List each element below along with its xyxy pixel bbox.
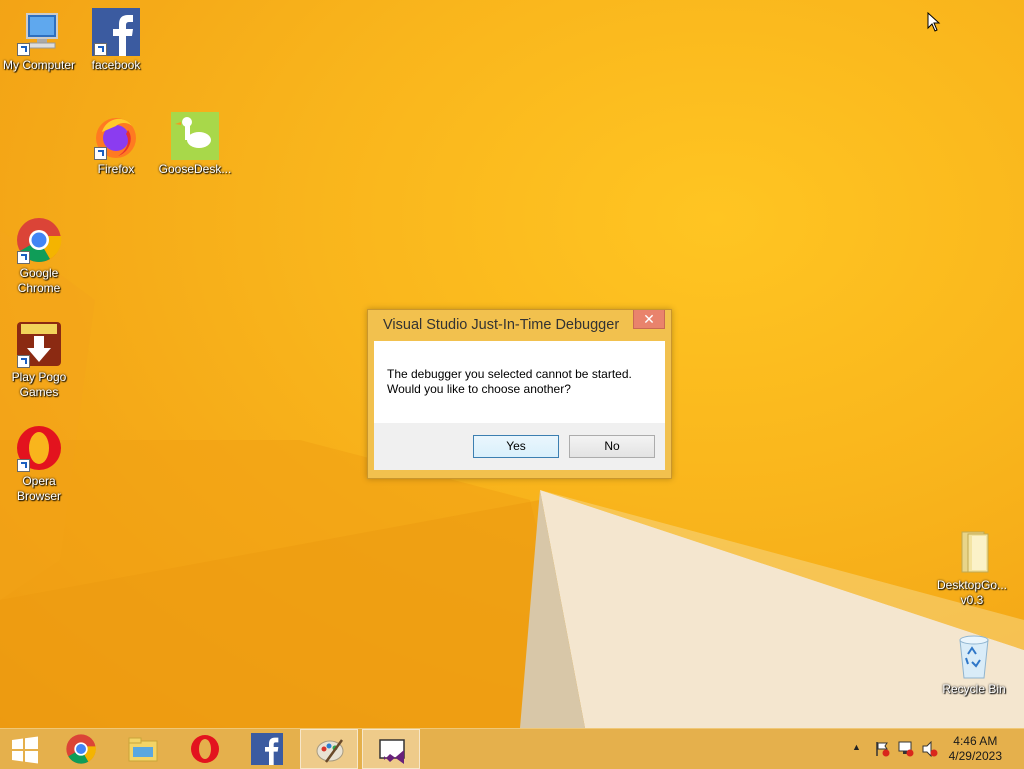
desktop-icon-label: DesktopGo... v0.3 bbox=[936, 578, 1008, 607]
desktop-icon-label: GooseDesk... bbox=[158, 162, 232, 176]
system-tray: ▲ bbox=[850, 729, 950, 769]
dialog-message-line-1: The debugger you selected cannot be star… bbox=[387, 367, 632, 381]
folder-icon bbox=[948, 528, 996, 576]
desktop-icon-opera-browser[interactable]: Opera Browser bbox=[1, 424, 77, 504]
desktop-icon-goosedesktop[interactable]: GooseDesk... bbox=[157, 112, 233, 177]
visual-studio-icon bbox=[379, 739, 405, 764]
windows-logo-icon bbox=[12, 736, 38, 764]
desktop-icon-facebook[interactable]: facebook bbox=[78, 8, 154, 73]
desktop-icon-firefox[interactable]: Firefox bbox=[78, 112, 154, 177]
taskbar-opera[interactable] bbox=[176, 729, 234, 769]
opera-icon bbox=[191, 735, 219, 763]
volume-muted-icon[interactable] bbox=[922, 741, 938, 757]
opera-icon bbox=[15, 424, 63, 472]
network-icon[interactable] bbox=[898, 741, 914, 757]
facebook-icon bbox=[92, 8, 140, 56]
desktop-icon-desktopgoose-folder[interactable]: DesktopGo... v0.3 bbox=[934, 528, 1010, 608]
taskbar-paint[interactable] bbox=[300, 729, 358, 769]
recycle-bin-icon bbox=[950, 632, 998, 680]
jit-debugger-dialog: Visual Studio Just-In-Time Debugger ✕ Th… bbox=[367, 309, 672, 479]
file-explorer-icon bbox=[128, 737, 158, 762]
chrome-icon bbox=[66, 734, 96, 764]
desktop: My Computer facebook Firefox GooseDesk..… bbox=[0, 0, 1024, 728]
computer-icon bbox=[15, 8, 63, 56]
dialog-title: Visual Studio Just-In-Time Debugger bbox=[383, 317, 620, 333]
taskbar: ▲ 4:46 AM 4/29/2023 bbox=[0, 728, 1024, 769]
dialog-close-button[interactable]: ✕ bbox=[633, 310, 665, 329]
desktop-icon-label: Firefox bbox=[97, 162, 135, 176]
firefox-icon bbox=[92, 112, 140, 160]
no-button[interactable]: No bbox=[569, 435, 655, 458]
dialog-footer: Yes No bbox=[374, 423, 665, 470]
taskbar-chrome[interactable] bbox=[52, 729, 110, 769]
mouse-cursor-icon bbox=[927, 12, 941, 32]
desktop-icon-google-chrome[interactable]: Google Chrome bbox=[1, 216, 77, 296]
desktop-icon-my-computer[interactable]: My Computer bbox=[1, 8, 77, 73]
yes-button[interactable]: Yes bbox=[473, 435, 559, 458]
paint-icon bbox=[316, 739, 344, 763]
dialog-body: The debugger you selected cannot be star… bbox=[374, 341, 665, 423]
pogo-icon bbox=[15, 320, 63, 368]
clock[interactable]: 4:46 AM 4/29/2023 bbox=[949, 734, 1002, 764]
desktop-icon-label: facebook bbox=[91, 58, 141, 72]
clock-time: 4:46 AM bbox=[953, 734, 998, 748]
show-hidden-icons-chevron-icon[interactable]: ▲ bbox=[852, 742, 861, 752]
dialog-message-line-2: Would you like to choose another? bbox=[387, 382, 571, 396]
close-icon: ✕ bbox=[643, 311, 655, 327]
desktop-icon-label: Google Chrome bbox=[17, 266, 61, 295]
action-center-flag-icon[interactable] bbox=[874, 741, 890, 757]
taskbar-visual-studio-debugger[interactable] bbox=[362, 729, 420, 769]
facebook-icon bbox=[251, 733, 283, 765]
taskbar-file-explorer[interactable] bbox=[114, 729, 172, 769]
desktop-icon-label: Opera Browser bbox=[16, 474, 61, 503]
chrome-icon bbox=[15, 216, 63, 264]
desktop-icon-play-pogo-games[interactable]: Play Pogo Games bbox=[1, 320, 77, 400]
desktop-icon-label: Play Pogo Games bbox=[11, 370, 67, 399]
clock-date: 4/29/2023 bbox=[948, 749, 1002, 763]
desktop-icon-label: My Computer bbox=[2, 58, 76, 72]
taskbar-facebook[interactable] bbox=[238, 729, 296, 769]
desktop-icon-label: Recycle Bin bbox=[942, 682, 1006, 696]
start-button[interactable] bbox=[0, 729, 58, 769]
goose-icon bbox=[171, 112, 219, 160]
dialog-message: The debugger you selected cannot be star… bbox=[387, 367, 632, 397]
desktop-icon-recycle-bin[interactable]: Recycle Bin bbox=[936, 632, 1012, 697]
